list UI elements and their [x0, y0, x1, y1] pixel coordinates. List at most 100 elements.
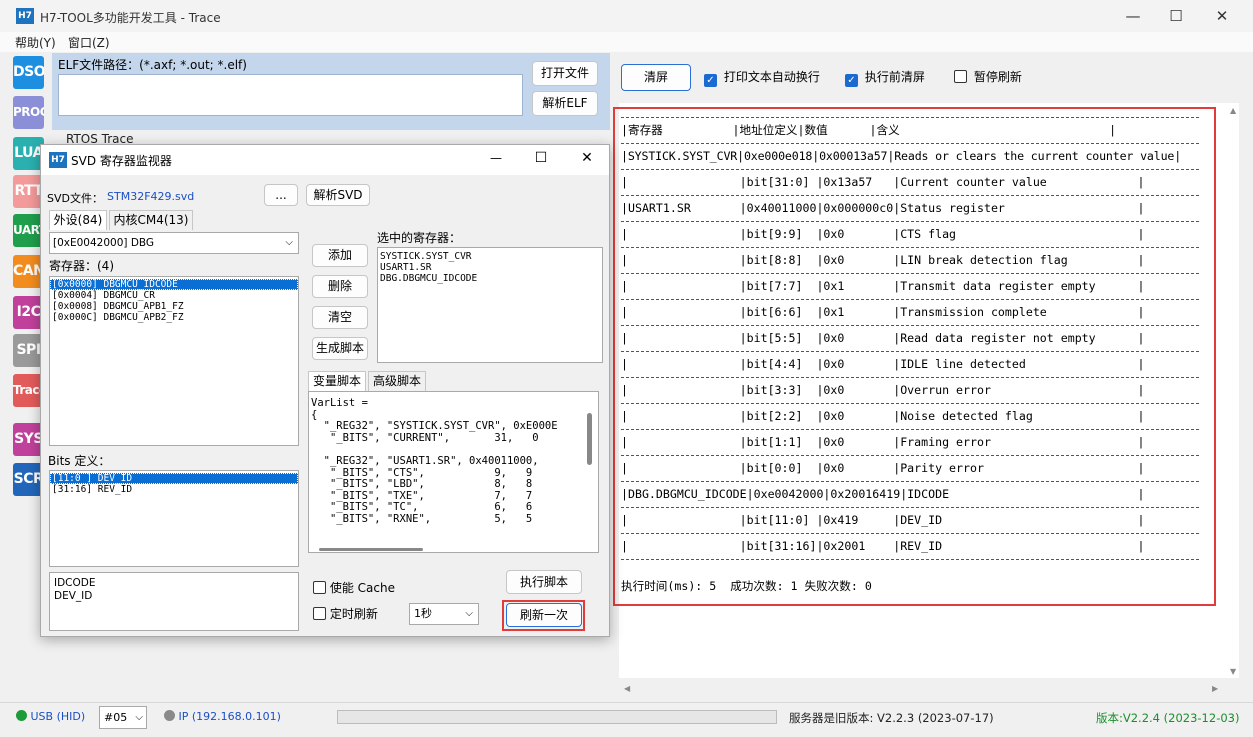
pause-refresh-checkbox[interactable]: 暂停刷新 — [954, 70, 1022, 87]
tab-variable-script[interactable]: 变量脚本 — [308, 371, 366, 391]
elf-path-input[interactable] — [58, 74, 523, 116]
refresh-interval-select[interactable]: 1秒 ⌵ — [409, 603, 479, 625]
selected-registers-label: 选中的寄存器： — [377, 231, 462, 245]
script-scrollbar[interactable] — [587, 413, 592, 465]
tab-core-cm4[interactable]: 内核CM4(13) — [109, 210, 193, 230]
bits-list-item[interactable]: [11:0 ] DEV_ID — [50, 473, 298, 484]
app-version: 版本:V2.2.4 (2023-12-03) — [1096, 711, 1240, 725]
dialog-close-button[interactable]: ✕ — [577, 150, 597, 166]
selected-registers-list[interactable]: SYSTICK.SYST_CVR USART1.SR DBG.DBGMCU_IDCO… — [377, 247, 603, 363]
script-line: "_BITS", "CURRENT", 31, 0 — [311, 431, 539, 444]
clear-button[interactable]: 清空 — [312, 306, 368, 329]
chevron-down-icon: ⌵ — [285, 237, 293, 248]
svd-file-name: STM32F429.svd — [107, 190, 195, 203]
add-button[interactable]: 添加 — [312, 244, 368, 267]
generate-script-button[interactable]: 生成脚本 — [312, 337, 368, 360]
maximize-button[interactable]: ☐ — [1153, 0, 1199, 32]
scroll-down-icon[interactable]: ▼ — [1230, 667, 1236, 676]
dialog-maximize-button[interactable]: ☐ — [531, 150, 551, 166]
usb-status-dot-icon — [16, 710, 27, 721]
timed-refresh-checkbox[interactable]: 定时刷新 — [313, 607, 378, 624]
register-list-item[interactable]: [0x0000] DBGMCU_IDCODE — [50, 279, 298, 290]
pause-refresh-label: 暂停刷新 — [973, 70, 1022, 84]
sidebar-item-dso[interactable]: DSO — [13, 56, 44, 89]
checkbox-box — [954, 70, 967, 83]
refresh-interval-value: 1秒 — [414, 607, 432, 620]
dialog-title: SVD 寄存器监视器 — [71, 154, 172, 168]
register-list-item[interactable]: [0x0004] DBGMCU_CR — [50, 290, 298, 301]
clear-screen-button[interactable]: 清屏 — [621, 64, 691, 91]
script-editor[interactable]: VarList ={ "_REG32", "SYSTICK.SYST_CVR",… — [308, 391, 599, 553]
tab-peripherals[interactable]: 外设(84) — [49, 210, 107, 230]
scroll-up-icon[interactable]: ▲ — [1230, 106, 1236, 115]
checkbox-box — [313, 581, 326, 594]
parse-elf-button[interactable]: 解析ELF — [532, 91, 598, 116]
register-list-item[interactable]: [0x000C] DBGMCU_APB2_FZ — [50, 312, 298, 323]
script-line: "_BITS", "RXNE", 5, 5 — [311, 512, 533, 525]
script-line: "_BITS", "LBD", 8, 8 — [311, 478, 533, 491]
ip-status: IP (192.168.0.101) — [164, 710, 281, 723]
selected-register-item[interactable]: DBG.DBGMCU_IDCODE — [378, 273, 602, 284]
scroll-right-icon[interactable]: ▶ — [1212, 684, 1218, 693]
clear-before-run-label: 执行前清屏 — [864, 70, 925, 84]
register-list[interactable]: [0x0000] DBGMCU_IDCODE [0x0004] DBGMCU_CR… — [49, 276, 299, 446]
elf-panel: ELF文件路径：(*.axf; *.out; *.elf) 打开文件 解析ELF — [52, 53, 610, 130]
dialog-title-bar: H7 SVD 寄存器监视器 — ☐ ✕ — [41, 145, 609, 175]
elf-path-label: ELF文件路径：(*.axf; *.out; *.elf) — [58, 58, 247, 72]
autowrap-label: 打印文本自动换行 — [723, 70, 820, 84]
selected-register-item[interactable]: USART1.SR — [378, 262, 602, 273]
check-icon: ✓ — [845, 74, 858, 87]
highlight-box — [613, 107, 1216, 606]
svd-file-label: SVD文件： — [47, 192, 103, 205]
bits-list[interactable]: [11:0 ] DEV_ID [31:16] REV_ID — [49, 470, 299, 567]
check-icon: ✓ — [704, 74, 717, 87]
progress-bar — [337, 710, 777, 724]
menu-bar — [0, 32, 1253, 52]
script-hscrollbar[interactable] — [319, 548, 423, 551]
tab-advanced-script[interactable]: 高级脚本 — [368, 371, 426, 391]
bits-label: Bits 定义： — [48, 454, 111, 468]
enable-cache-label: 使能 Cache — [329, 581, 395, 595]
chevron-down-icon: ⌵ — [135, 712, 143, 723]
peripheral-select-value: [0xE0042000] DBG — [53, 237, 155, 249]
title-bar: H7 H7-TOOL多功能开发工具 - Trace — ☐ ✕ — [0, 0, 1253, 32]
minimize-button[interactable]: — — [1110, 0, 1156, 32]
status-bar: USB (HID) #05 ⌵ IP (192.168.0.101) 服务器是旧… — [0, 702, 1253, 737]
browse-svd-button[interactable]: ... — [264, 184, 298, 206]
timed-refresh-label: 定时刷新 — [329, 607, 378, 621]
dialog-minimize-button[interactable]: — — [486, 151, 506, 165]
autowrap-checkbox[interactable]: ✓ 打印文本自动换行 — [704, 70, 820, 87]
scroll-left-icon[interactable]: ◀ — [624, 684, 630, 693]
ip-status-label: IP (192.168.0.101) — [178, 710, 281, 723]
close-button[interactable]: ✕ — [1199, 0, 1245, 32]
script-line: "_REG32", "USART1.SR", 0x40011000, — [311, 454, 539, 467]
window-title: H7-TOOL多功能开发工具 - Trace — [40, 11, 221, 25]
menu-window[interactable]: 窗口(Z) — [68, 34, 110, 51]
script-line: VarList = — [311, 397, 368, 409]
description-line: DEV_ID — [54, 590, 93, 602]
app-logo-icon: H7 — [16, 8, 34, 24]
device-select-value: #05 — [104, 711, 128, 724]
open-file-button[interactable]: 打开文件 — [532, 61, 598, 86]
parse-svd-button[interactable]: 解析SVD — [306, 184, 370, 206]
refresh-once-button[interactable]: 刷新一次 — [506, 603, 582, 627]
ip-status-dot-icon — [164, 710, 175, 721]
menu-help[interactable]: 帮助(Y) — [15, 34, 56, 51]
peripheral-select[interactable]: [0xE0042000] DBG ⌵ — [49, 232, 299, 254]
usb-status-label: USB (HID) — [30, 710, 86, 723]
register-list-item[interactable]: [0x0008] DBGMCU_APB1_FZ — [50, 301, 298, 312]
delete-button[interactable]: 删除 — [312, 275, 368, 298]
clear-before-run-checkbox[interactable]: ✓ 执行前清屏 — [845, 70, 925, 87]
checkbox-box — [313, 607, 326, 620]
chevron-down-icon: ⌵ — [465, 608, 473, 619]
sidebar-item-prog[interactable]: PROG — [13, 96, 44, 129]
selected-register-item[interactable]: SYSTICK.SYST_CVR — [378, 251, 602, 262]
bits-list-item[interactable]: [31:16] REV_ID — [50, 484, 298, 495]
usb-status: USB (HID) — [16, 710, 85, 723]
description-line: IDCODE — [54, 577, 96, 589]
description-box: IDCODE DEV_ID — [49, 572, 299, 631]
run-script-button[interactable]: 执行脚本 — [506, 570, 582, 594]
server-version: 服务器是旧版本: V2.2.3 (2023-07-17) — [789, 711, 994, 725]
enable-cache-checkbox[interactable]: 使能 Cache — [313, 581, 395, 598]
device-select[interactable]: #05 ⌵ — [99, 706, 147, 729]
